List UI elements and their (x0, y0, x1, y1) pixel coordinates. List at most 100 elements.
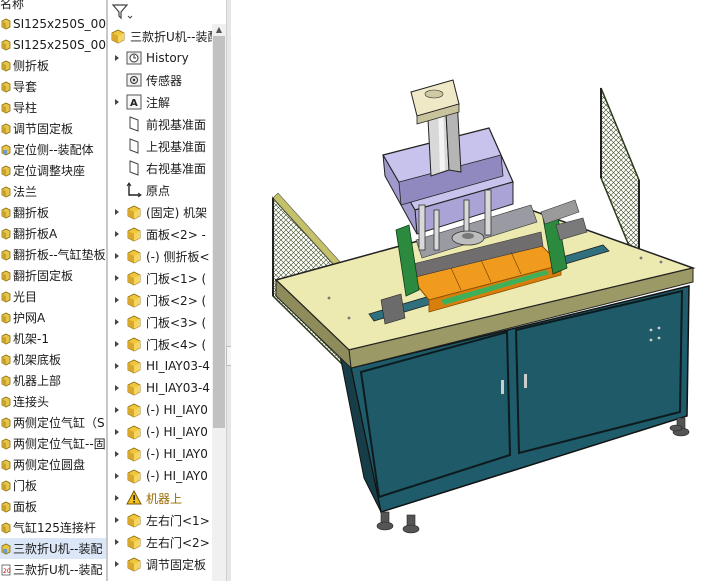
tree-item[interactable]: 左右门<1> (112, 509, 226, 531)
expand-arrow-icon[interactable] (112, 229, 122, 239)
component-list-item[interactable]: 护网A (0, 307, 106, 328)
component-list-item[interactable]: 翻折板--气缸垫板 (0, 244, 106, 265)
history-icon (126, 50, 142, 66)
feature-manager-tree: 三款折U机--装配 History 传感器 A 注解 前视基准面 上视基准面 右视基准面 原点 (… (108, 0, 226, 581)
scroll-thumb[interactable] (213, 36, 225, 428)
component-list-item[interactable]: 定位调整块座 (0, 160, 106, 181)
tree-item[interactable]: (-) HI_IAY0 (112, 443, 226, 465)
component-icon (126, 512, 142, 528)
expand-arrow-icon[interactable] (112, 207, 122, 217)
expand-arrow-icon[interactable] (112, 361, 122, 371)
component-list-item[interactable]: 导柱 (0, 97, 106, 118)
tree-scrollbar[interactable]: ▲ (212, 24, 226, 581)
plane-icon (126, 138, 142, 154)
expand-arrow-icon[interactable] (112, 537, 122, 547)
tree-item[interactable]: (-) HI_IAY0 (112, 465, 226, 487)
expand-arrow-icon[interactable] (112, 339, 122, 349)
tree-item[interactable]: (-) HI_IAY0 (112, 399, 226, 421)
component-list-item[interactable]: 门板 (0, 475, 106, 496)
component-list-item[interactable]: 两侧定位圆盘 (0, 454, 106, 475)
component-icon (126, 402, 142, 418)
expand-arrow-icon[interactable] (112, 251, 122, 261)
tree-item[interactable]: A 注解 (112, 91, 226, 113)
graphics-viewport[interactable] (231, 0, 706, 581)
tree-item[interactable]: 原点 (112, 179, 226, 201)
tree-item-label: History (146, 51, 189, 65)
filter-icon[interactable] (111, 3, 133, 21)
component-icon (126, 270, 142, 286)
tree-item[interactable]: 门板<1> ( (112, 267, 226, 289)
component-list-item[interactable]: 两侧定位气缸--固 (0, 433, 106, 454)
component-icon (126, 534, 142, 550)
component-list-item[interactable]: 面板 (0, 496, 106, 517)
part-icon (1, 417, 11, 429)
expand-arrow-icon[interactable] (112, 317, 122, 327)
expand-arrow-icon[interactable] (112, 515, 122, 525)
tree-item-label: 右视基准面 (146, 161, 207, 176)
expand-arrow-icon[interactable] (112, 427, 122, 437)
expand-arrow-icon[interactable] (112, 383, 122, 393)
tree-item[interactable]: HI_IAY03-4 (112, 355, 226, 377)
component-list-item[interactable]: 光目 (0, 286, 106, 307)
tree-item[interactable]: 前视基准面 (112, 113, 226, 135)
component-list-item[interactable]: 气缸125连接杆 (0, 517, 106, 538)
expand-arrow-icon[interactable] (112, 273, 122, 283)
expand-arrow-icon[interactable] (112, 53, 122, 63)
expand-arrow-icon[interactable] (112, 471, 122, 481)
tree-item[interactable]: 上视基准面 (112, 135, 226, 157)
component-icon (126, 468, 142, 484)
expand-arrow-icon[interactable] (112, 449, 122, 459)
component-list-item[interactable]: 两侧定位气缸（S (0, 412, 106, 433)
tree-root-assembly[interactable]: 三款折U机--装配 (110, 25, 226, 47)
scroll-up-arrow-icon[interactable]: ▲ (212, 24, 226, 36)
expand-arrow-icon[interactable] (112, 97, 122, 107)
tree-item[interactable]: History (112, 47, 226, 69)
expand-arrow-icon[interactable] (112, 295, 122, 305)
component-list-item[interactable]: SI125x250S_000 (0, 13, 106, 34)
component-list-item[interactable]: 翻折固定板 (0, 265, 106, 286)
component-list-item[interactable]: 机器上部 (0, 370, 106, 391)
assembly-icon (1, 543, 11, 555)
part-icon (1, 291, 11, 303)
tree-item[interactable]: 面板<2> - (112, 223, 226, 245)
component-list-item[interactable]: 导套 (0, 76, 106, 97)
tree-item[interactable]: 传感器 (112, 69, 226, 91)
part-icon (1, 81, 11, 93)
component-list-item[interactable]: 机架-1 (0, 328, 106, 349)
expand-arrow-icon[interactable] (112, 559, 122, 569)
component-list-item-label: 护网A (13, 311, 46, 325)
tree-item[interactable]: 门板<2> ( (112, 289, 226, 311)
svg-text:20: 20 (3, 568, 11, 575)
origin-icon (126, 182, 142, 198)
expand-arrow-icon[interactable] (112, 405, 122, 415)
tree-item[interactable]: (-) 侧折板< (112, 245, 226, 267)
tree-item[interactable]: (固定) 机架 (112, 201, 226, 223)
component-list-item[interactable]: 定位侧--装配体 (0, 139, 106, 160)
component-list-item[interactable]: 机架底板 (0, 349, 106, 370)
component-list-item[interactable]: 20 三款折U机--装配 (0, 559, 106, 580)
component-list-item[interactable]: 翻折板A (0, 223, 106, 244)
tree-item[interactable]: HI_IAY03-4 (112, 377, 226, 399)
component-list-item[interactable]: 三款折U机--装配 (0, 538, 106, 559)
assembly-icon (110, 28, 126, 44)
tree-item[interactable]: 调节固定板 (112, 553, 226, 575)
component-list-item[interactable]: 调节固定板 (0, 118, 106, 139)
tree-item[interactable]: 门板<4> ( (112, 333, 226, 355)
tree-item-label: (-) HI_IAY0 (146, 469, 208, 483)
component-list-item[interactable]: SI125x250S_000 (0, 34, 106, 55)
component-list-item[interactable]: 侧折板 (0, 55, 106, 76)
tree-item[interactable]: 机器上 (112, 487, 226, 509)
component-icon (126, 204, 142, 220)
expand-arrow-icon[interactable] (112, 493, 122, 503)
component-list-item[interactable]: 连接头 (0, 391, 106, 412)
tree-item[interactable]: (-) HI_IAY0 (112, 421, 226, 443)
tree-item[interactable]: 左右门<2> (112, 531, 226, 553)
part-icon (1, 165, 11, 177)
component-list-item[interactable]: 法兰 (0, 181, 106, 202)
component-list-panel: 名称 SI125x250S_000 SI125x250S_000 侧折板 导套 导柱 调节固… (0, 0, 106, 581)
tree-item[interactable]: 门板<3> ( (112, 311, 226, 333)
component-list-item-label: 机架-1 (13, 332, 49, 346)
component-list-item[interactable]: 翻折板 (0, 202, 106, 223)
tree-item[interactable]: 右视基准面 (112, 157, 226, 179)
component-list-item-label: 两侧定位气缸--固 (13, 437, 106, 451)
